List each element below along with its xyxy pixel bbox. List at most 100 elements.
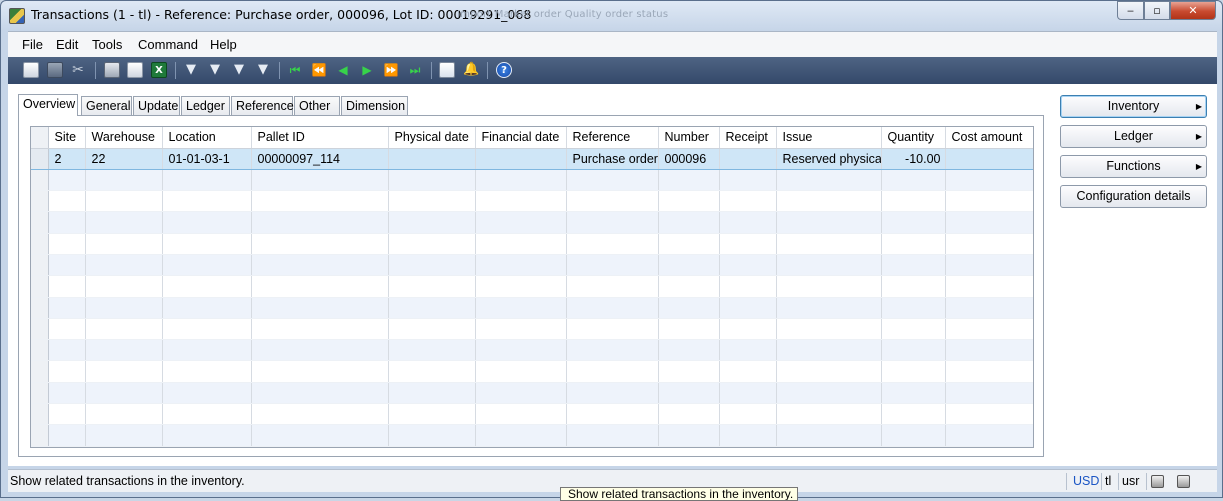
grid-cell[interactable] xyxy=(719,403,777,426)
grid-cell[interactable] xyxy=(251,403,389,426)
table-row[interactable] xyxy=(31,339,1033,362)
column-header-quantity[interactable]: Quantity xyxy=(881,127,946,149)
grid-cell[interactable] xyxy=(881,211,946,234)
grid-cell[interactable] xyxy=(475,339,567,362)
grid-cell[interactable] xyxy=(251,382,389,405)
tab-update[interactable]: Update xyxy=(133,96,180,116)
print-icon[interactable] xyxy=(104,62,120,78)
grid-cell[interactable] xyxy=(251,275,389,298)
status-user[interactable]: usr xyxy=(1122,474,1139,488)
grid-cell[interactable] xyxy=(162,190,252,213)
tab-ledger[interactable]: Ledger xyxy=(181,96,230,116)
grid-cell[interactable] xyxy=(658,360,720,383)
configuration-details-button[interactable]: Configuration details xyxy=(1060,185,1207,208)
help-icon[interactable]: ? xyxy=(496,62,512,78)
table-row[interactable] xyxy=(31,211,1033,234)
grid-cell[interactable] xyxy=(566,339,659,362)
grid-cell[interactable] xyxy=(881,190,946,213)
grid-cell[interactable] xyxy=(388,360,476,383)
column-header-number[interactable]: Number xyxy=(658,127,720,149)
grid-cell[interactable] xyxy=(566,190,659,213)
grid-cell[interactable] xyxy=(881,297,946,319)
table-row[interactable] xyxy=(31,318,1033,341)
row-selector[interactable] xyxy=(31,190,49,213)
grid-cell[interactable] xyxy=(388,254,476,277)
grid-cell[interactable] xyxy=(658,318,720,341)
table-row[interactable] xyxy=(31,297,1033,319)
tab-reference[interactable]: Reference xyxy=(231,96,294,116)
grid-cell[interactable] xyxy=(776,254,882,277)
next-record-icon[interactable]: ▶ xyxy=(359,62,375,78)
menu-help[interactable]: Help xyxy=(210,37,237,52)
grid-cell[interactable] xyxy=(162,297,252,319)
remove-filter-icon[interactable]: ▼ xyxy=(255,62,271,78)
grid-cell[interactable] xyxy=(945,297,1033,319)
grid-cell[interactable] xyxy=(475,254,567,277)
grid-cell[interactable] xyxy=(388,275,476,298)
grid-cell[interactable] xyxy=(162,254,252,277)
grid-cell[interactable] xyxy=(881,275,946,298)
print-preview-icon[interactable] xyxy=(127,62,143,78)
grid-cell[interactable] xyxy=(48,297,86,319)
grid-cell[interactable] xyxy=(251,297,389,319)
title-bar[interactable]: Transactions (1 - tl) - Reference: Purch… xyxy=(1,1,1222,31)
grid-cell[interactable] xyxy=(48,424,86,447)
cell-receipt[interactable] xyxy=(719,147,777,170)
maximize-button[interactable]: ▫ xyxy=(1144,1,1170,20)
grid-cell[interactable] xyxy=(719,318,777,341)
row-selector-header[interactable] xyxy=(31,127,49,149)
tab-overview[interactable]: Overview xyxy=(18,94,78,116)
grid-cell[interactable] xyxy=(658,254,720,277)
alert-icon[interactable]: 🔔 xyxy=(463,62,479,78)
grid-cell[interactable] xyxy=(566,382,659,405)
row-selector[interactable] xyxy=(31,403,49,426)
grid-cell[interactable] xyxy=(945,318,1033,341)
grid-cell[interactable] xyxy=(566,275,659,298)
grid-cell[interactable] xyxy=(945,211,1033,234)
grid-cell[interactable] xyxy=(776,275,882,298)
grid-cell[interactable] xyxy=(719,424,777,447)
grid-cell[interactable] xyxy=(566,211,659,234)
new-icon[interactable] xyxy=(23,62,39,78)
grid-cell[interactable] xyxy=(776,403,882,426)
table-row[interactable] xyxy=(31,275,1033,298)
status-currency[interactable]: USD xyxy=(1073,474,1099,488)
table-row[interactable] xyxy=(31,169,1033,192)
grid-cell[interactable] xyxy=(658,211,720,234)
table-row[interactable] xyxy=(31,190,1033,213)
grid-cell[interactable] xyxy=(85,382,163,405)
grid-cell[interactable] xyxy=(945,382,1033,405)
menu-tools[interactable]: Tools xyxy=(92,37,122,52)
grid-cell[interactable] xyxy=(475,275,567,298)
row-selector[interactable] xyxy=(31,297,49,319)
document-handling-icon[interactable] xyxy=(439,62,455,78)
close-button[interactable]: ✕ xyxy=(1170,1,1216,20)
grid-cell[interactable] xyxy=(48,339,86,362)
grid-cell[interactable] xyxy=(776,233,882,255)
grid-cell[interactable] xyxy=(566,360,659,383)
grid-cell[interactable] xyxy=(475,169,567,192)
app-icon[interactable] xyxy=(9,8,25,24)
grid-cell[interactable] xyxy=(162,211,252,234)
grid-cell[interactable] xyxy=(251,233,389,255)
grid-cell[interactable] xyxy=(475,297,567,319)
grid-cell[interactable] xyxy=(85,233,163,255)
grid-cell[interactable] xyxy=(719,254,777,277)
grid-cell[interactable] xyxy=(658,190,720,213)
grid-cell[interactable] xyxy=(85,211,163,234)
transactions-grid[interactable]: Site Warehouse Location Pallet ID Physic… xyxy=(30,126,1034,448)
session-icon[interactable] xyxy=(1177,475,1190,488)
inventory-button[interactable]: Inventory ▶ xyxy=(1060,95,1207,118)
menu-file[interactable]: File xyxy=(22,37,43,52)
grid-cell[interactable] xyxy=(85,424,163,447)
grid-cell[interactable] xyxy=(475,360,567,383)
menu-command[interactable]: Command xyxy=(138,37,198,52)
grid-cell[interactable] xyxy=(251,190,389,213)
grid-cell[interactable] xyxy=(475,211,567,234)
table-row[interactable] xyxy=(31,424,1033,447)
row-selector[interactable] xyxy=(31,169,49,192)
grid-cell[interactable] xyxy=(85,297,163,319)
grid-cell[interactable] xyxy=(48,169,86,192)
tab-general[interactable]: General xyxy=(81,96,132,116)
grid-cell[interactable] xyxy=(48,211,86,234)
